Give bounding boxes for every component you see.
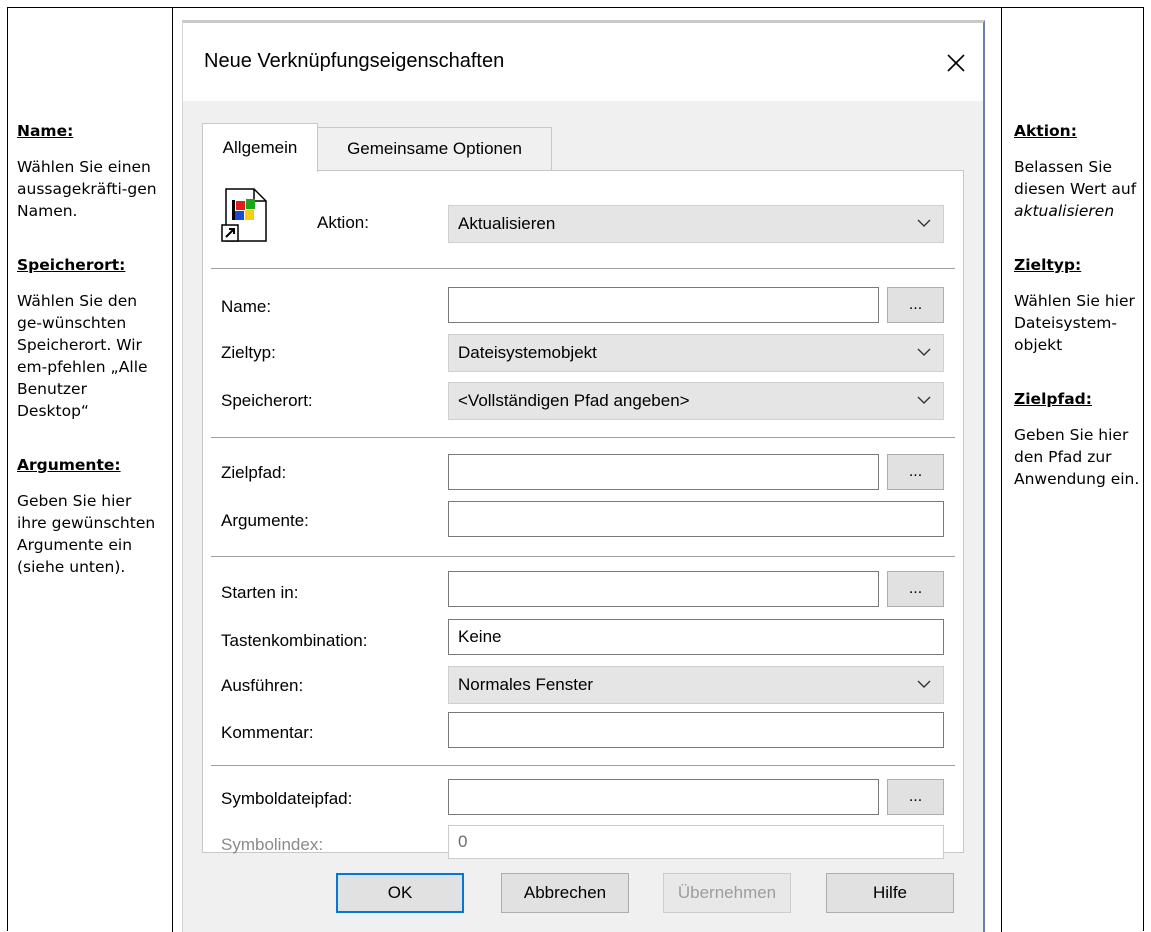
separator [211, 556, 955, 557]
dialog-titlebar[interactable]: Neue Verknüpfungseigenschaften [183, 23, 983, 101]
chevron-down-icon [917, 219, 931, 227]
table-column-divider-left [172, 7, 173, 932]
comment-input[interactable] [448, 712, 944, 748]
name-label: Name: [221, 297, 272, 316]
note-heading-target-path: Zielpfad: [1014, 390, 1092, 408]
note-text-arguments: Geben Sie hier ihre gewünschten Argument… [17, 492, 156, 576]
arguments-label: Argumente: [221, 511, 309, 530]
note-heading-action: Aktion: [1014, 122, 1077, 140]
note-heading-location: Speicherort: [17, 256, 126, 274]
left-notes-column: Name: Wählen Sie einen aussagekräfti-gen… [17, 120, 157, 610]
general-tab-panel: Aktion: Aktualisieren Name: ... Zieltyp:… [202, 170, 964, 859]
tab-gemeinsame-optionen[interactable]: Gemeinsame Optionen [317, 127, 552, 171]
separator [211, 268, 955, 269]
note-heading-name: Name: [17, 122, 74, 140]
right-notes-column: Aktion: Belassen Sie diesen Wert auf akt… [1014, 120, 1144, 522]
apply-button: Übernehmen [663, 873, 791, 913]
hotkey-label: Tastenkombination: [221, 631, 368, 650]
help-button[interactable]: Hilfe [826, 873, 954, 913]
target-path-input[interactable] [448, 454, 879, 490]
shortcut-properties-dialog: Neue Verknüpfungseigenschaften Allgemein… [182, 20, 985, 932]
hotkey-input[interactable]: Keine [448, 619, 944, 655]
shortcut-file-icon [221, 188, 267, 242]
action-dropdown-value: Aktualisieren [458, 214, 556, 233]
close-button[interactable] [936, 43, 976, 83]
chevron-down-icon [917, 396, 931, 404]
run-dropdown-value: Normales Fenster [458, 675, 594, 694]
location-label: Speicherort: [221, 391, 313, 410]
target-type-dropdown-value: Dateisystemobjekt [458, 343, 597, 362]
run-dropdown[interactable]: Normales Fenster [448, 666, 944, 704]
note-text-action-emphasis: aktualisieren [1014, 202, 1115, 220]
tab-allgemein[interactable]: Allgemein [202, 123, 318, 172]
note-heading-arguments: Argumente: [17, 456, 121, 474]
target-path-browse-button[interactable]: ... [887, 454, 944, 490]
icon-path-input[interactable] [448, 779, 879, 815]
cancel-button[interactable]: Abbrechen [501, 873, 629, 913]
icon-index-label: Symbolindex: [221, 835, 324, 854]
target-path-label: Zielpfad: [221, 463, 287, 482]
icon-path-label: Symboldateipfad: [221, 789, 353, 808]
start-in-browse-button[interactable]: ... [887, 571, 944, 607]
separator [211, 765, 955, 766]
start-in-label: Starten in: [221, 583, 299, 602]
icon-index-input: 0 [448, 825, 944, 859]
arguments-input[interactable] [448, 501, 944, 537]
location-dropdown-value: <Vollständigen Pfad angeben> [458, 391, 690, 410]
note-text-action: Belassen Sie diesen Wert auf aktualisier… [1014, 158, 1137, 220]
ok-button[interactable]: OK [336, 873, 464, 913]
target-type-label: Zieltyp: [221, 343, 276, 362]
target-type-dropdown[interactable]: Dateisystemobjekt [448, 334, 944, 372]
table-column-divider-right [1001, 7, 1002, 932]
note-text-target-type: Wählen Sie hier Dateisystem-objekt [1014, 292, 1135, 354]
action-dropdown[interactable]: Aktualisieren [448, 205, 944, 243]
chevron-down-icon [917, 348, 931, 356]
action-label: Aktion: [317, 213, 369, 232]
icon-path-browse-button[interactable]: ... [887, 779, 944, 815]
note-heading-target-type: Zieltyp: [1014, 256, 1082, 274]
start-in-input[interactable] [448, 571, 879, 607]
dialog-title: Neue Verknüpfungseigenschaften [204, 50, 505, 72]
note-text-name: Wählen Sie einen aussagekräfti-gen Namen… [17, 158, 157, 220]
location-dropdown[interactable]: <Vollständigen Pfad angeben> [448, 382, 944, 420]
name-browse-button[interactable]: ... [887, 287, 944, 323]
chevron-down-icon [917, 680, 931, 688]
comment-label: Kommentar: [221, 723, 314, 742]
close-icon [947, 54, 965, 72]
name-input[interactable] [448, 287, 879, 323]
separator [211, 437, 955, 438]
note-text-target-path: Geben Sie hier den Pfad zur Anwendung ei… [1014, 426, 1140, 488]
note-text-location: Wählen Sie den ge-wünschten Speicherort.… [17, 292, 148, 420]
run-label: Ausführen: [221, 676, 304, 695]
